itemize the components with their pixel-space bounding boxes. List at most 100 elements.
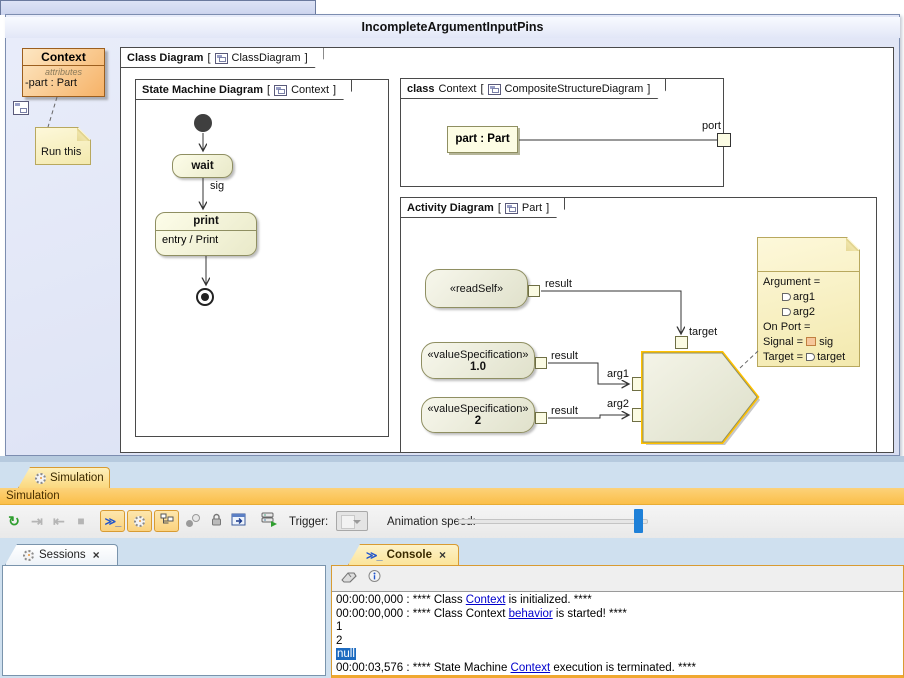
state-machine-frame: State Machine Diagram [ Context ] (135, 79, 389, 437)
trigger-dropdown[interactable] (336, 511, 368, 531)
print-state[interactable]: print entry / Print (155, 212, 257, 256)
log-line: 2 (336, 635, 903, 649)
animation-speed-slider[interactable] (458, 519, 648, 524)
frame-param: Part (522, 202, 542, 214)
wait-state[interactable]: wait (172, 154, 233, 178)
trigger-server-button[interactable] (258, 510, 280, 532)
pin-icon (782, 293, 791, 301)
port-square[interactable] (717, 133, 731, 147)
simulation-tab-label: Simulation (50, 472, 104, 484)
signal-icon (806, 337, 816, 346)
toggle-console-button[interactable]: ≫_ (100, 510, 125, 532)
step-into-button[interactable]: ⇥ (26, 510, 48, 532)
frame-name: Context (439, 83, 477, 95)
selected-log-text: null (336, 648, 356, 660)
export-button[interactable] (228, 510, 250, 532)
send-signal-name: sig (662, 356, 720, 370)
bracket-open: [ (267, 84, 270, 96)
animation-speed-handle[interactable] (634, 509, 643, 533)
action-value: 1.0 (422, 361, 534, 373)
final-node[interactable] (196, 288, 214, 306)
activity-diagram-icon (505, 203, 518, 214)
simulation-panel-tab[interactable]: Simulation (18, 467, 110, 488)
bracket-close: ] (305, 52, 308, 64)
transition-label: sig (210, 180, 224, 192)
diagram-title: IncompleteArgumentInputPins (5, 17, 900, 38)
value-spec-2-action[interactable]: «valueSpecification» 2 (421, 397, 535, 433)
value-spec-1-action[interactable]: «valueSpecification» 1.0 (421, 342, 535, 379)
console-icon: ≫_ (366, 549, 382, 562)
pin-icon (782, 308, 791, 316)
log-line: 00:00:00,000 : **** Class Context is ini… (336, 594, 903, 608)
result-pin[interactable] (535, 357, 547, 369)
frame-param: Context (291, 84, 329, 96)
animate-button[interactable] (127, 510, 152, 532)
stop-button[interactable]: ■ (70, 510, 92, 532)
trigger-label: Trigger: (289, 516, 328, 528)
restart-button[interactable]: ↻ (3, 510, 25, 532)
console-toolbar (332, 566, 903, 592)
context-link[interactable]: Context (511, 662, 551, 674)
step-into-icon: ⇥ (31, 513, 43, 530)
result-pin[interactable] (535, 412, 547, 424)
readself-action[interactable]: «readSelf» (425, 269, 528, 308)
bracket-close: ] (546, 202, 549, 214)
step-over-button[interactable]: ⇥ (48, 510, 70, 532)
bracket-close: ] (333, 84, 336, 96)
action-stereotype: «valueSpecification» (422, 349, 534, 361)
argument-note[interactable]: Argument = arg1 arg2 On Port = Signal =s… (757, 237, 860, 367)
target-pin[interactable] (675, 336, 688, 349)
state-machine-icon[interactable] (13, 101, 29, 115)
simulation-header: Simulation (0, 488, 904, 505)
note-target: Target = (763, 351, 803, 363)
close-icon[interactable]: × (93, 548, 100, 562)
part-property-box[interactable]: part : Part (447, 126, 518, 153)
breakpoints-button[interactable] (182, 510, 204, 532)
attributes-compartment-label: attributes (23, 67, 104, 77)
log-line: null (336, 648, 903, 662)
export-window-icon (231, 513, 247, 530)
action-stereotype: «readSelf» (426, 283, 527, 295)
variables-tree-button[interactable] (154, 510, 179, 532)
log-line: 1 (336, 621, 903, 635)
composite-frame-label: class Context [ CompositeStructureDiagra… (401, 79, 666, 99)
note-arg1: arg1 (793, 291, 815, 303)
note-arg2: arg2 (793, 306, 815, 318)
run-this-note[interactable]: Run this (35, 127, 91, 165)
state-name: wait (173, 155, 232, 177)
simulation-gear-icon (35, 473, 46, 484)
context-class-box[interactable]: Context attributes -part : Part (22, 48, 105, 97)
tab-console[interactable]: ≫_ Console × (348, 544, 459, 565)
gear-icon (134, 516, 145, 527)
arg2-pin-label: arg2 (600, 398, 629, 410)
note-signal: Signal = (763, 336, 803, 348)
frame-keyword: class (407, 83, 435, 95)
diagram-window-tab[interactable] (0, 0, 316, 15)
note-on-port: On Port = (758, 319, 859, 334)
result-pin[interactable] (528, 285, 540, 297)
state-entry-activity: entry / Print (156, 231, 256, 246)
context-link[interactable]: Context (466, 594, 506, 606)
arg1-pin[interactable] (632, 377, 645, 391)
result-pin-label: result (545, 278, 572, 290)
state-machine-frame-label: State Machine Diagram [ Context ] (136, 80, 352, 100)
tree-icon (160, 513, 174, 529)
action-value: 2 (422, 415, 534, 427)
sessions-panel[interactable] (2, 565, 326, 676)
console-tab-label: Console (387, 549, 432, 561)
breakpoints-icon (185, 514, 201, 528)
close-icon[interactable]: × (439, 548, 446, 562)
tab-sessions[interactable]: Sessions × (5, 544, 118, 565)
frame-title: Class Diagram (127, 52, 203, 64)
initial-node[interactable] (194, 114, 212, 132)
frame-title: State Machine Diagram (142, 84, 263, 96)
info-button[interactable] (367, 569, 382, 589)
bracket-close: ] (647, 83, 650, 95)
behavior-link[interactable]: behavior (509, 608, 553, 620)
lock-icon (210, 513, 223, 530)
class-attribute: -part : Part (23, 77, 104, 90)
run-note-text: Run this (36, 144, 90, 159)
arg2-pin[interactable] (632, 408, 645, 422)
lock-button[interactable] (205, 510, 227, 532)
clear-console-button[interactable] (340, 570, 357, 588)
